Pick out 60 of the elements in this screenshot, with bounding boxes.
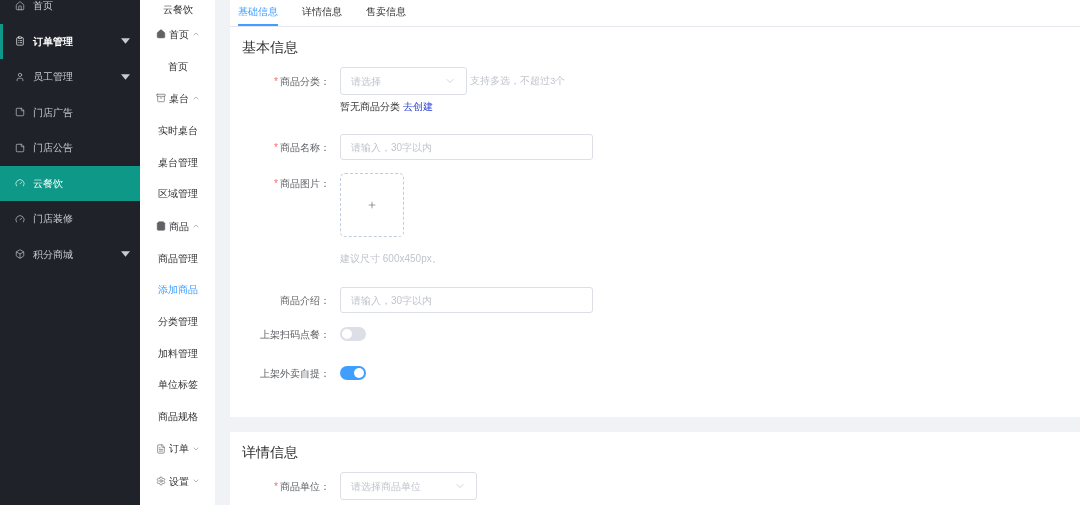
submenu-item[interactable]: 分类管理: [140, 305, 215, 338]
bag-icon: [155, 221, 166, 231]
field-label: 商品单位：: [280, 479, 330, 494]
tab[interactable]: 售卖信息: [366, 0, 406, 26]
user-icon: [15, 71, 25, 82]
sidebar-item[interactable]: 门店广告: [0, 94, 140, 130]
caret-icon: [121, 38, 130, 45]
field-label: 商品分类：: [280, 74, 330, 89]
sidebar-item[interactable]: 云餐饮: [0, 165, 140, 201]
field-label: 上架外卖自提：: [260, 366, 330, 381]
note-icon: [15, 107, 25, 118]
archive-icon: [155, 93, 166, 104]
field-label: 上架扫码点餐：: [260, 327, 330, 342]
upload-box[interactable]: [340, 173, 404, 237]
section-title: 基本信息: [242, 38, 298, 57]
sidebar-item[interactable]: 首页: [0, 0, 140, 24]
plus-icon: [367, 200, 377, 210]
submenu-item[interactable]: 区域管理: [140, 178, 215, 210]
tab[interactable]: 详情信息: [302, 0, 342, 26]
submenu-item[interactable]: 加料管理: [140, 337, 215, 369]
section-title: 详情信息: [242, 443, 298, 462]
sidebar-item[interactable]: 门店公告: [0, 130, 140, 166]
document-icon: [155, 443, 166, 454]
gauge-icon: [15, 178, 25, 189]
submenu-title: 云餐饮: [162, 2, 193, 17]
toggle-switch[interactable]: [340, 366, 366, 380]
required-mark: *: [274, 176, 278, 191]
caret-icon: [121, 73, 130, 80]
create-link[interactable]: 去创建: [403, 100, 433, 114]
home-icon: [15, 0, 25, 11]
toggle-switch[interactable]: [340, 327, 366, 341]
required-mark: *: [274, 140, 278, 155]
submenu-item[interactable]: 桌台管理: [140, 146, 215, 179]
clipboard-icon: [15, 36, 25, 47]
submenu-group[interactable]: 订单: [140, 432, 215, 465]
chevron-icon: [191, 222, 200, 230]
submenu-item[interactable]: 单位标签: [140, 369, 215, 401]
submenu-group[interactable]: 商品: [140, 209, 215, 243]
note-icon: [15, 142, 25, 153]
required-mark: *: [274, 479, 278, 494]
settings-icon: [155, 476, 166, 487]
submenu-item[interactable]: 商品规格: [140, 400, 215, 433]
sidebar-item[interactable]: 门店装修: [0, 201, 140, 237]
caret-icon: [121, 251, 130, 258]
submenu-item[interactable]: 首页: [140, 50, 215, 83]
submenu-group[interactable]: 桌台: [140, 82, 215, 115]
field-label: 商品图片：: [280, 176, 330, 191]
gauge-icon: [15, 213, 25, 224]
submenu-item[interactable]: 商品管理: [140, 242, 215, 274]
field-label: 商品名称：: [280, 140, 330, 155]
required-mark: *: [274, 74, 278, 89]
home-icon: [155, 29, 166, 40]
cube-icon: [15, 249, 25, 260]
note-text: 暂无商品分类: [340, 100, 400, 114]
submenu-group[interactable]: 设置: [140, 464, 215, 498]
submenu-item[interactable]: 实时桌台: [140, 114, 215, 147]
sidebar-item[interactable]: 积分商城: [0, 236, 140, 272]
sidebar-item[interactable]: 员工管理: [0, 59, 140, 95]
submenu-group[interactable]: 首页: [140, 18, 215, 51]
field-label: 商品介绍：: [280, 293, 330, 308]
